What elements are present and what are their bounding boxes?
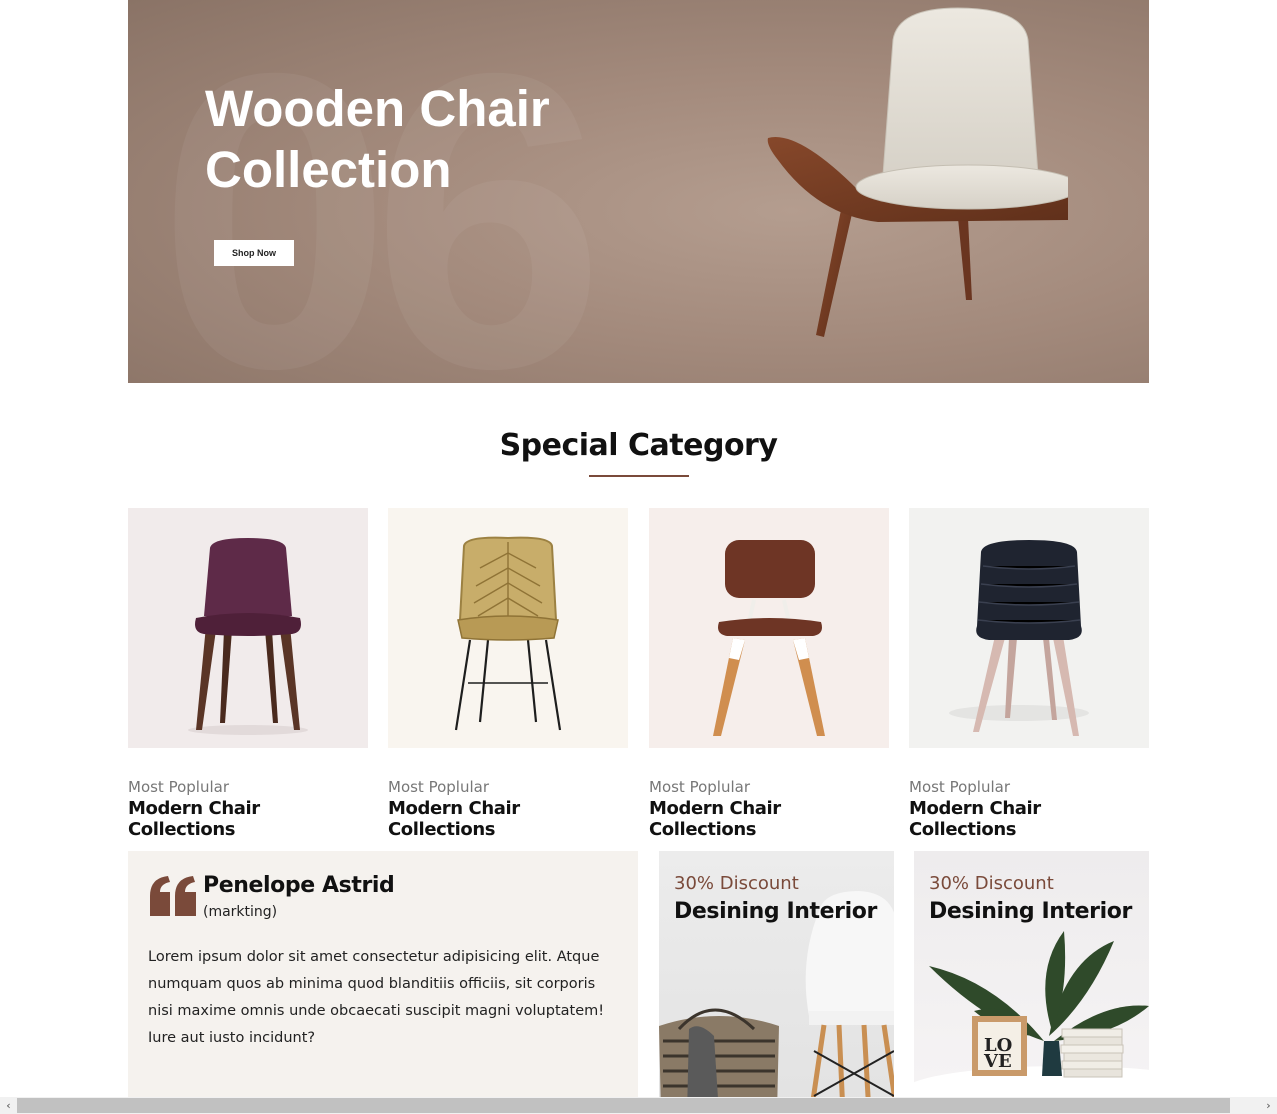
- rattan-chair-image: [454, 536, 562, 731]
- horizontal-scrollbar[interactable]: ‹ ›: [0, 1097, 1277, 1114]
- testimonial-text: Lorem ipsum dolor sit amet consectetur a…: [148, 949, 605, 1046]
- category-card-image[interactable]: [649, 508, 889, 748]
- promo-card[interactable]: LO VE 30% Discount Desining Interior: [914, 851, 1149, 1114]
- category-card-title[interactable]: Modern Chair Collections: [909, 798, 1149, 840]
- category-card[interactable]: Most Poplular Modern Chair Collections: [388, 508, 628, 840]
- testimonial-role: (markting): [203, 904, 278, 920]
- promo-title[interactable]: Desining Interior: [929, 899, 1132, 924]
- hero-banner: 06 Wooden Chair Collection Shop Now: [128, 0, 1149, 383]
- hero-chair-image: [767, 7, 1068, 337]
- category-card-title[interactable]: Modern Chair Collections: [649, 798, 889, 840]
- category-card-subtitle: Most Poplular: [388, 778, 489, 796]
- scroll-right-icon[interactable]: ›: [1260, 1097, 1277, 1114]
- category-card-image[interactable]: [909, 508, 1149, 748]
- leather-chair-image: [713, 540, 825, 736]
- svg-text:VE: VE: [983, 1051, 1012, 1072]
- hero-title: Wooden Chair Collection: [205, 80, 550, 198]
- section-underline: [589, 475, 689, 477]
- category-card[interactable]: Most Poplular Modern Chair Collections: [649, 508, 889, 840]
- category-card-title[interactable]: Modern Chair Collections: [388, 798, 628, 840]
- category-card-subtitle: Most Poplular: [128, 778, 229, 796]
- purple-chair-image: [188, 538, 308, 735]
- category-card-subtitle: Most Poplular: [909, 778, 1010, 796]
- category-card[interactable]: Most Poplular Modern Chair Collections: [128, 508, 368, 840]
- category-card-image[interactable]: [128, 508, 368, 748]
- category-card-image[interactable]: [388, 508, 628, 748]
- shop-now-button[interactable]: Shop Now: [214, 240, 294, 266]
- scroll-left-icon[interactable]: ‹: [0, 1097, 17, 1114]
- promo-title[interactable]: Desining Interior: [674, 899, 877, 924]
- scrollbar-thumb[interactable]: [17, 1098, 1230, 1113]
- testimonial-name: Penelope Astrid: [203, 873, 395, 898]
- black-chair-image: [949, 540, 1089, 736]
- promo-subtitle: 30% Discount: [929, 873, 1054, 894]
- category-card-title[interactable]: Modern Chair Collections: [128, 798, 368, 840]
- promo-card[interactable]: 30% Discount Desining Interior: [659, 851, 894, 1114]
- category-card-subtitle: Most Poplular: [649, 778, 750, 796]
- category-card[interactable]: Most Poplular Modern Chair Collections: [909, 508, 1149, 840]
- testimonial-card: Penelope Astrid (markting) Lorem ipsum d…: [128, 851, 638, 1114]
- section-title: Special Category: [499, 428, 778, 463]
- promo-subtitle: 30% Discount: [674, 873, 799, 894]
- quote-icon: [150, 876, 196, 916]
